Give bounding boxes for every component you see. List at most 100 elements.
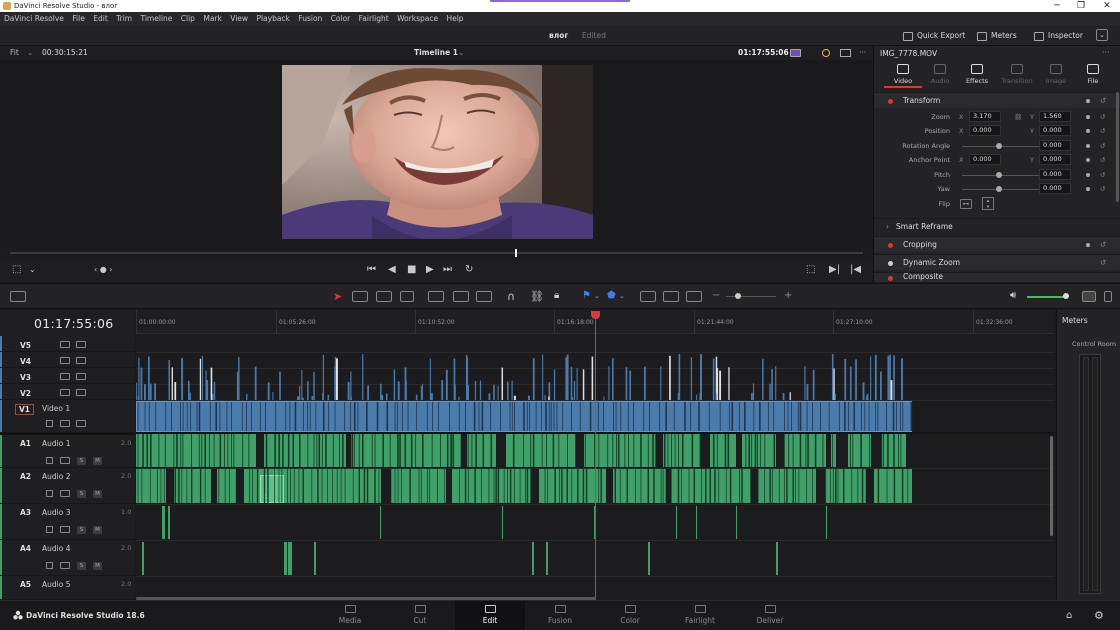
safe-area-icon[interactable]: ⬚: [12, 264, 21, 276]
enable-dot-icon[interactable]: [888, 261, 893, 266]
replace-clip-icon[interactable]: [476, 291, 492, 302]
clip-segment[interactable]: [776, 434, 784, 467]
reset-icon[interactable]: ↺: [1100, 110, 1105, 124]
clip-segment[interactable]: [211, 469, 217, 503]
keyframe-icon[interactable]: [1086, 144, 1090, 148]
mute-button[interactable]: M: [93, 526, 102, 534]
timeline-name[interactable]: Timeline 1: [414, 46, 458, 60]
page-color[interactable]: Color: [600, 603, 660, 625]
menu-playback[interactable]: Playback: [256, 14, 289, 23]
link-icon[interactable]: ⛓: [1014, 110, 1022, 124]
track-header-v4[interactable]: V4: [0, 352, 135, 368]
tab-file[interactable]: File: [1074, 64, 1112, 85]
smart-reframe-section[interactable]: › Smart Reframe: [874, 218, 1120, 234]
menu-mark[interactable]: Mark: [203, 14, 222, 23]
keyframe-icon[interactable]: [1086, 187, 1090, 191]
layout-icon[interactable]: [10, 291, 26, 302]
lock-icon[interactable]: [46, 490, 53, 497]
zoom-slider[interactable]: [726, 296, 776, 297]
clip-segment[interactable]: [142, 542, 144, 575]
trim-tool-icon[interactable]: [352, 291, 368, 302]
solo-button[interactable]: S: [77, 457, 86, 465]
more-options-icon[interactable]: ···: [1102, 48, 1110, 57]
clip-segment[interactable]: [871, 434, 881, 467]
monitor-toggle-icon[interactable]: [76, 357, 86, 364]
auto-select-icon[interactable]: [60, 389, 70, 396]
go-to-start-icon[interactable]: ⏮: [367, 264, 376, 276]
lock-icon[interactable]: [46, 562, 53, 569]
tab-effects[interactable]: Effects: [958, 64, 996, 85]
dynamic-zoom-section[interactable]: Dynamic Zoom ↺: [874, 254, 1120, 270]
auto-select-icon[interactable]: [60, 341, 70, 348]
track-header-a5[interactable]: A5 Audio 5 2.0: [0, 576, 135, 600]
track-header-a3[interactable]: A3 Audio 3 1.0 S M: [0, 504, 135, 540]
clip-segment[interactable]: [496, 434, 506, 467]
reset-icon[interactable]: ↺: [1100, 139, 1105, 153]
enable-dot-icon[interactable]: [888, 99, 893, 104]
menu-file[interactable]: File: [72, 14, 85, 23]
clip-segment[interactable]: [284, 542, 287, 575]
menu-help[interactable]: Help: [446, 14, 463, 23]
auto-select-icon[interactable]: [60, 526, 70, 533]
track-header-a2[interactable]: A2 Audio 2 2.0 S M: [0, 468, 135, 504]
go-to-end-icon[interactable]: ⏭: [443, 264, 452, 276]
track-id[interactable]: V1: [15, 404, 35, 415]
enable-dot-icon[interactable]: [888, 243, 893, 248]
menu-davinci-resolve[interactable]: DaVinci Resolve: [4, 14, 64, 23]
more-options-icon[interactable]: ···: [859, 46, 866, 60]
clip-segment[interactable]: [866, 469, 874, 503]
monitor-toggle-icon[interactable]: [76, 389, 86, 396]
flip-vertical-icon[interactable]: ▴ ▾: [982, 197, 994, 210]
clip-segment[interactable]: [751, 469, 758, 503]
page-deliver[interactable]: Deliver: [740, 603, 800, 625]
track-header-a4[interactable]: A4 Audio 4 2.0 S M: [0, 540, 135, 576]
clip-segment[interactable]: [288, 542, 292, 575]
menu-edit[interactable]: Edit: [93, 14, 108, 23]
clip-segment[interactable]: [446, 469, 452, 503]
tab-video[interactable]: Video: [884, 64, 922, 85]
auto-select-icon[interactable]: [60, 357, 70, 364]
snapping-icon[interactable]: ∩: [507, 290, 515, 303]
page-fusion[interactable]: Fusion: [530, 603, 590, 625]
yaw-slider-knob[interactable]: [996, 186, 1002, 192]
keyframe-icon[interactable]: [1086, 243, 1090, 247]
tab-transition[interactable]: Transition: [998, 64, 1036, 85]
chevron-down-icon[interactable]: ⌄: [619, 292, 625, 300]
zoom-out-icon[interactable]: −: [712, 290, 720, 301]
solo-button[interactable]: S: [77, 490, 86, 498]
loop-icon[interactable]: ↻: [465, 264, 473, 276]
mute-button[interactable]: M: [93, 490, 102, 498]
clip-segment[interactable]: [166, 469, 174, 503]
expand-icon[interactable]: ⌄: [1096, 29, 1108, 41]
clip-segment[interactable]: [776, 542, 778, 575]
menu-fairlight[interactable]: Fairlight: [359, 14, 389, 23]
overwrite-clip-icon[interactable]: [453, 291, 469, 302]
clip-segment[interactable]: [826, 434, 831, 467]
clip-segment[interactable]: [531, 469, 539, 503]
track-name[interactable]: Audio 3: [42, 508, 70, 517]
menu-workspace[interactable]: Workspace: [397, 14, 438, 23]
solo-button[interactable]: S: [77, 562, 86, 570]
auto-select-icon[interactable]: [60, 490, 70, 497]
mark-out-icon[interactable]: |◀: [850, 264, 861, 276]
full-extent-zoom-icon[interactable]: [640, 291, 656, 302]
clip-segment[interactable]: [168, 506, 170, 539]
keyframe-icon[interactable]: [1086, 173, 1090, 177]
reset-icon[interactable]: ↺: [1100, 124, 1105, 138]
marker-icon[interactable]: ⬟: [607, 290, 616, 301]
fit-dropdown[interactable]: Fit: [10, 46, 19, 60]
viewer-scrubber[interactable]: [10, 252, 863, 254]
mark-in-icon[interactable]: ▶|: [829, 264, 840, 276]
lock-icon[interactable]: [46, 526, 53, 533]
lock-icon[interactable]: 🔒︎: [554, 290, 559, 301]
playhead[interactable]: [595, 314, 596, 600]
clip-segment[interactable]: [736, 506, 737, 539]
clip-segment[interactable]: [836, 434, 848, 467]
clip-segment[interactable]: [346, 434, 351, 467]
position-x-field[interactable]: 0.000: [969, 125, 1001, 136]
clip-segment[interactable]: [162, 506, 165, 539]
clip-segment[interactable]: [576, 434, 584, 467]
track-header-a1[interactable]: A1 Audio 1 2.0 S M: [0, 433, 135, 468]
play-reverse-icon[interactable]: ◀: [388, 264, 396, 276]
track-name[interactable]: Audio 4: [42, 544, 70, 553]
